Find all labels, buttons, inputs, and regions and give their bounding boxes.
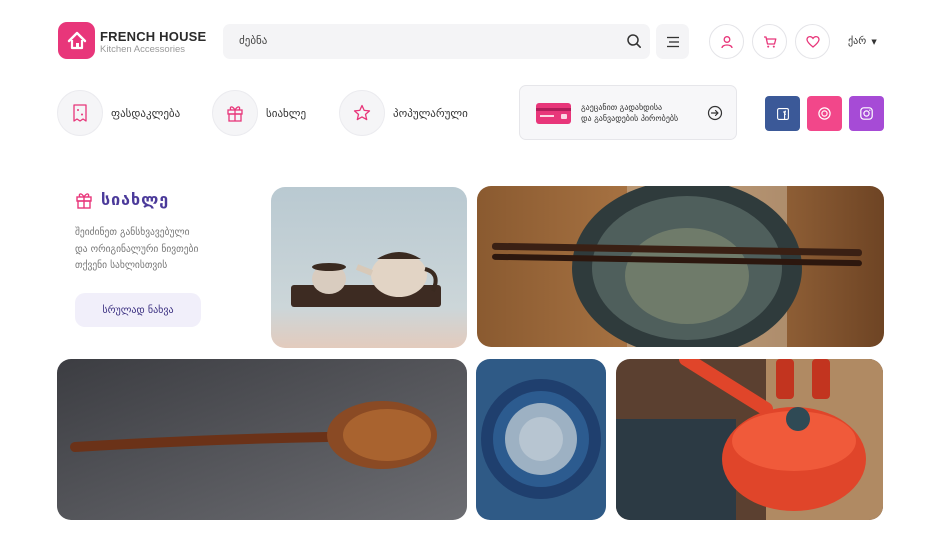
wishlist-button[interactable] <box>795 24 830 59</box>
chevron-down-icon: ▼ <box>871 38 877 46</box>
facebook-button[interactable] <box>765 96 800 131</box>
product-image-cocotte-pot[interactable] <box>616 359 883 520</box>
search-input[interactable]: ძებნა <box>239 34 267 47</box>
instagram-button[interactable] <box>849 96 884 131</box>
category-popular[interactable]: პოპულარული <box>339 90 468 136</box>
promo-text: გაეცანით გადახდისა და განვადების პირობებ… <box>581 102 678 124</box>
brand-name: FRENCH HOUSE <box>100 29 207 44</box>
search-icon[interactable] <box>626 33 642 49</box>
category-discount[interactable]: ფასდაკლება <box>57 90 180 136</box>
star-icon <box>339 90 385 136</box>
menu-button[interactable] <box>656 24 689 59</box>
credit-card-icon <box>536 103 571 124</box>
logo[interactable] <box>58 22 95 59</box>
cart-icon <box>763 35 776 48</box>
menu-icon <box>666 36 679 47</box>
language-label: ქარ <box>848 36 867 47</box>
section-description: შეიძინეთ განსხვავებული და ორიგინალური ნი… <box>75 225 198 275</box>
view-all-button[interactable]: სრულად ნახვა <box>75 293 201 327</box>
gift-icon <box>76 193 92 209</box>
account-button[interactable] <box>709 24 744 59</box>
product-image-wooden-spoon[interactable] <box>57 359 467 520</box>
product-image-blue-plates[interactable] <box>476 359 606 520</box>
cart-button[interactable] <box>752 24 787 59</box>
payment-promo[interactable]: გაეცანით გადახდისა და განვადების პირობებ… <box>519 85 737 140</box>
product-image-bowl-chopsticks[interactable] <box>477 186 884 347</box>
foursquare-icon <box>818 107 831 120</box>
header: FRENCH HOUSE Kitchen Accessories ძებნა ქ… <box>0 0 942 85</box>
house-icon <box>67 31 86 49</box>
product-image-teapot-set[interactable] <box>271 187 467 348</box>
arrow-right-circle-icon[interactable] <box>707 105 723 121</box>
foursquare-button[interactable] <box>807 96 842 131</box>
desc-line: და ორიგინალური ნივთები <box>75 243 199 255</box>
desc-line: თქვენი სახლისთვის <box>75 260 168 271</box>
category-label: ფასდაკლება <box>111 106 181 120</box>
category-new[interactable]: სიახლე <box>212 90 306 136</box>
promo-line1: გაეცანით გადახდისა <box>581 103 663 112</box>
language-select[interactable]: ქარ ▼ <box>848 36 877 47</box>
category-label: სიახლე <box>266 106 307 120</box>
desc-line: შეიძინეთ განსხვავებული <box>75 227 190 238</box>
instagram-icon <box>860 107 873 120</box>
gift-icon <box>212 90 258 136</box>
search-bar[interactable]: ძებნა <box>223 24 650 59</box>
facebook-icon <box>776 107 789 120</box>
heart-icon <box>805 35 820 48</box>
discount-tag-icon <box>57 90 103 136</box>
brand-tagline: Kitchen Accessories <box>100 44 186 55</box>
promo-line2: და განვადების პირობებს <box>581 114 679 123</box>
section-title: სიახლე <box>101 190 170 209</box>
brand: FRENCH HOUSE Kitchen Accessories <box>100 30 206 56</box>
category-label: პოპულარული <box>393 106 468 120</box>
user-icon <box>720 35 733 48</box>
